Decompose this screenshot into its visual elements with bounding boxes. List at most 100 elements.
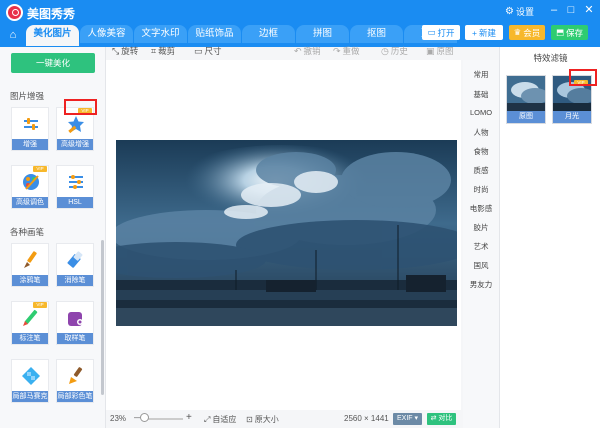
fit-icon: ⤢ xyxy=(204,414,211,424)
tab-beautify[interactable]: 美化图片 xyxy=(26,25,79,46)
category-texture[interactable]: 质感 xyxy=(463,165,499,176)
filter-preview-image xyxy=(507,76,545,113)
color-brush-icon xyxy=(66,366,86,386)
tool-label: 局部彩色笔 xyxy=(57,391,93,402)
filter-label: 原图 xyxy=(507,111,545,123)
section-title-enhance: 图片增强 xyxy=(10,91,45,101)
pencil-icon xyxy=(21,308,41,328)
redo-icon: ↷ xyxy=(333,45,341,56)
palette-icon xyxy=(21,172,41,192)
sample-pen-icon xyxy=(66,308,86,328)
original-button[interactable]: ▣ 原图 xyxy=(426,45,454,57)
sliders-icon xyxy=(21,114,41,134)
category-portrait[interactable]: 人物 xyxy=(463,127,499,138)
undo-icon: ↶ xyxy=(294,45,302,56)
tool-label: 消除笔 xyxy=(57,275,93,286)
category-fashion[interactable]: 时尚 xyxy=(463,184,499,195)
section-title-brushes: 各种画笔 xyxy=(10,227,45,237)
undo-button[interactable]: ↶ 撤销 xyxy=(294,45,321,57)
tool-advanced-color[interactable]: VIP 高级调色 xyxy=(11,165,49,209)
home-tab[interactable]: ⌂ xyxy=(2,26,24,44)
home-icon: ⌂ xyxy=(9,29,17,41)
tool-label: 取样笔 xyxy=(57,333,93,344)
filter-panel-title: 特效滤镜 xyxy=(533,53,568,63)
open-button[interactable]: ▭ 打开 xyxy=(422,25,460,40)
edited-photo[interactable] xyxy=(116,140,457,326)
folder-icon: ▭ xyxy=(427,27,436,37)
zoom-slider-thumb[interactable] xyxy=(140,413,149,422)
new-label: 新建 xyxy=(478,27,496,38)
settings-label: 设置 xyxy=(515,7,534,17)
tool-label: 高级调色 xyxy=(12,197,48,208)
vip-highlight-box xyxy=(64,99,97,115)
tool-annotation-pen[interactable]: VIP 标注笔 xyxy=(11,301,49,345)
minimize-icon[interactable]: – xyxy=(547,3,561,17)
rotate-button[interactable]: ⤡ 旋转 xyxy=(112,45,138,57)
category-chinese-style[interactable]: 国风 xyxy=(463,260,499,271)
gear-icon: ⚙ xyxy=(505,6,514,17)
brush-icon xyxy=(21,250,41,270)
maximize-icon[interactable]: □ xyxy=(564,3,578,17)
category-film[interactable]: 胶片 xyxy=(463,222,499,233)
actual-size-button[interactable]: ⊡ 原大小 xyxy=(246,414,279,425)
crop-button[interactable]: ⌗ 裁剪 xyxy=(151,45,175,57)
left-tool-panel: 一键美化 图片增强 增强 VIP 高级增强 VIP 高级调色 HSL 各种画笔 xyxy=(0,47,106,428)
open-label: 打开 xyxy=(437,27,455,38)
vip-highlight-box xyxy=(569,69,597,86)
category-basic[interactable]: 基础 xyxy=(463,89,499,100)
zoom-in-button[interactable]: + xyxy=(186,412,192,423)
category-art[interactable]: 艺术 xyxy=(463,241,499,252)
one-click-beautify-button[interactable]: 一键美化 xyxy=(11,53,95,73)
save-icon: ⬒ xyxy=(555,27,564,37)
tool-sample-pen[interactable]: 取样笔 xyxy=(56,301,94,345)
tool-local-mosaic[interactable]: 局部马赛克 xyxy=(11,359,49,403)
compare-label: 对比 xyxy=(438,415,453,422)
tool-hsl[interactable]: HSL xyxy=(56,165,94,209)
fit-button[interactable]: ⤢ 自适应 xyxy=(204,414,236,425)
plus-icon: + xyxy=(472,27,477,38)
resize-icon: ▭ xyxy=(194,45,203,56)
app-title: 美图秀秀 xyxy=(27,7,76,21)
category-common[interactable]: 常用 xyxy=(463,69,499,80)
tool-label: 标注笔 xyxy=(12,333,48,344)
image-icon: ▣ xyxy=(426,45,435,56)
effects-filter-panel: 特效滤镜 原图 VIP 月光 xyxy=(499,47,600,428)
crop-label: 裁剪 xyxy=(158,46,176,56)
compare-button[interactable]: ⇄ 对比 xyxy=(427,413,456,425)
filter-original[interactable]: 原图 xyxy=(506,75,546,124)
edit-toolbar: ⤡ 旋转 ⌗ 裁剪 ▭ 尺寸 ↶ 撤销 ↷ 重做 ◷ 历史 ▣ 原图 xyxy=(106,40,461,60)
new-button[interactable]: + 新建 xyxy=(465,25,503,40)
size-label: 尺寸 xyxy=(204,46,222,56)
category-lomo[interactable]: LOMO xyxy=(463,108,499,117)
settings-button[interactable]: ⚙ 设置 xyxy=(505,5,534,18)
tool-eraser[interactable]: 消除笔 xyxy=(56,243,94,287)
redo-button[interactable]: ↷ 重做 xyxy=(333,45,360,57)
tool-local-color-brush[interactable]: 局部彩色笔 xyxy=(56,359,94,403)
mosaic-icon xyxy=(21,366,41,386)
tool-label: 增强 xyxy=(12,139,48,150)
fit-label: 自适应 xyxy=(212,415,237,424)
history-icon: ◷ xyxy=(381,45,389,56)
bottom-status-bar: 23% — + ⤢ 自适应 ⊡ 原大小 2560 × 1441 EXIF ▾ ⇄… xyxy=(106,410,461,428)
tool-enhance[interactable]: 增强 xyxy=(11,107,49,151)
exif-button[interactable]: EXIF ▾ xyxy=(393,413,422,425)
eraser-icon xyxy=(66,250,86,270)
filter-category-list: 常用 基础 LOMO 人物 食物 质感 时尚 电影感 胶片 艺术 国风 男友力 xyxy=(463,60,499,428)
size-button[interactable]: ▭ 尺寸 xyxy=(194,45,222,57)
crown-icon: ♛ xyxy=(513,27,522,37)
original-label: 原图 xyxy=(436,46,454,56)
left-panel-scrollbar[interactable] xyxy=(101,240,104,395)
save-button[interactable]: ⬒ 保存 xyxy=(551,25,588,40)
undo-label: 撤销 xyxy=(303,46,321,56)
save-label: 保存 xyxy=(566,27,584,38)
zoom-slider-track[interactable] xyxy=(143,418,183,420)
history-label: 历史 xyxy=(390,46,408,56)
category-food[interactable]: 食物 xyxy=(463,146,499,157)
category-boyfriend[interactable]: 男友力 xyxy=(463,279,499,290)
vip-button[interactable]: ♛ 会员 xyxy=(509,25,545,40)
compare-icon: ⇄ xyxy=(430,415,437,422)
category-cinematic[interactable]: 电影感 xyxy=(463,203,499,214)
history-button[interactable]: ◷ 历史 xyxy=(381,45,408,57)
close-icon[interactable]: ✕ xyxy=(582,3,596,17)
tool-doodle-brush[interactable]: 涂鸦笔 xyxy=(11,243,49,287)
